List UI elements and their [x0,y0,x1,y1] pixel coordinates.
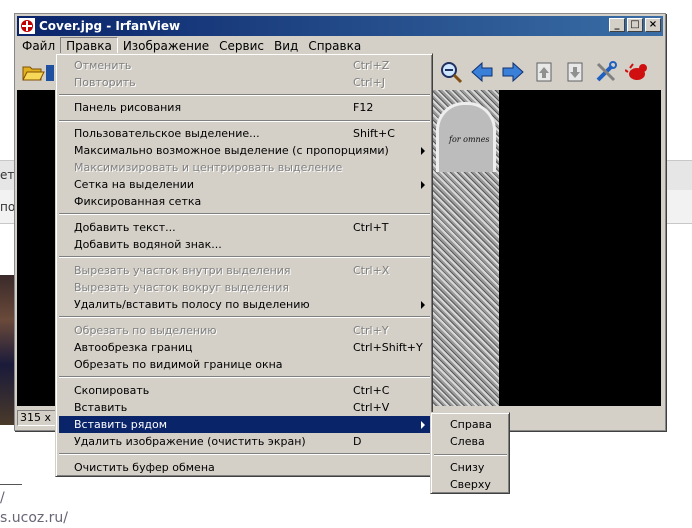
submenu-item-below[interactable]: Снизу [434,459,507,476]
image-caption: for omnes [449,135,490,144]
menu-separator [59,376,430,378]
tools-icon[interactable] [594,60,618,84]
menu-item-redo[interactable]: Повторить Ctrl+J [59,74,430,91]
menu-item-auto-crop[interactable]: Автообрезка границ Ctrl+Shift+Y [59,339,430,356]
submenu-arrow-icon [421,421,425,429]
menu-separator [59,213,430,215]
menu-item-crop-selection[interactable]: Обрезать по выделению Ctrl+Y [59,322,430,339]
menu-item-clear-clipboard[interactable]: Очистить буфер обмена [59,459,430,476]
submenu-item-above[interactable]: Сверху [434,476,507,493]
menu-item-max-selection[interactable]: Максимально возможное выделение (с пропо… [59,142,430,159]
menu-item-fixed-grid[interactable]: Фиксированная сетка [59,193,430,210]
submenu-arrow-icon [421,181,425,189]
zoom-out-icon[interactable] [439,60,463,84]
paste-beside-submenu: Справа Слева Снизу Сверху [430,412,510,494]
menu-item-cut-outside-selection[interactable]: Вырезать участок вокруг выделения [59,279,430,296]
menu-item-paint-panel[interactable]: Панель рисования F12 [59,99,430,116]
menu-item-grid-on-selection[interactable]: Сетка на выделении [59,176,430,193]
menu-item-maximize-center-selection[interactable]: Максимизировать и центрировать выделение [59,159,430,176]
submenu-separator [434,454,507,456]
background-link-url[interactable]: s.ucoz.ru/ [0,510,68,526]
maximize-button[interactable]: □ [627,18,643,32]
menu-separator [59,256,430,258]
irfanview-logo-icon[interactable] [624,60,649,84]
menu-file[interactable]: Файл [17,37,60,55]
menu-item-custom-selection[interactable]: Пользовательское выделение... Shift+C [59,125,430,142]
edit-dropdown-menu: Отменить Ctrl+Z Повторить Ctrl+J Панель ри… [55,53,433,477]
save-icon[interactable] [46,60,54,84]
previous-arrow-icon[interactable] [470,60,494,84]
app-icon[interactable] [19,18,35,34]
submenu-item-left[interactable]: Слева [434,433,507,450]
menu-separator [59,120,430,122]
menu-item-delete-image[interactable]: Удалить изображение (очистить экран) D [59,433,430,450]
menu-item-copy[interactable]: Скопировать Ctrl+C [59,382,430,399]
menu-item-crop-window[interactable]: Обрезать по видимой границе окна [59,356,430,373]
menu-item-add-watermark[interactable]: Добавить водяной знак... [59,236,430,253]
submenu-arrow-icon [421,147,425,155]
submenu-arrow-icon [421,301,425,309]
image-arch-detail: for omnes [436,102,496,172]
menu-separator [59,94,430,96]
image-dimensions-status: 315 x 3 [17,410,57,426]
background-thumbnail [0,275,14,425]
menu-item-cut-inside-selection[interactable]: Вырезать участок внутри выделения Ctrl+X [59,262,430,279]
background-rule [0,484,22,485]
open-folder-icon[interactable] [21,60,45,84]
menu-item-undo[interactable]: Отменить Ctrl+Z [59,57,430,74]
submenu-item-right[interactable]: Справа [434,416,507,433]
background-text-fragment: ет [0,168,15,182]
menu-item-delete-insert-strip[interactable]: Удалить/вставить полосу по выделению [59,296,430,313]
title-bar[interactable]: Cover.jpg - IrfanView _ □ × [17,16,663,36]
last-page-icon[interactable] [563,60,587,84]
menu-item-paste[interactable]: Вставить Ctrl+V [59,399,430,416]
minimize-button[interactable]: _ [609,18,625,32]
menu-item-add-text[interactable]: Добавить текст... Ctrl+T [59,219,430,236]
first-page-icon[interactable] [532,60,556,84]
close-button[interactable]: × [645,18,661,32]
menu-separator [59,453,430,455]
menu-separator [59,316,430,318]
background-link-fragment[interactable]: / [0,490,5,506]
displayed-image: for omnes [430,90,499,406]
background-text-fragment-2: по [0,200,16,214]
menu-item-paste-beside[interactable]: Вставить рядом [59,416,430,433]
window-title: Cover.jpg - IrfanView [39,19,181,33]
next-arrow-icon[interactable] [501,60,525,84]
